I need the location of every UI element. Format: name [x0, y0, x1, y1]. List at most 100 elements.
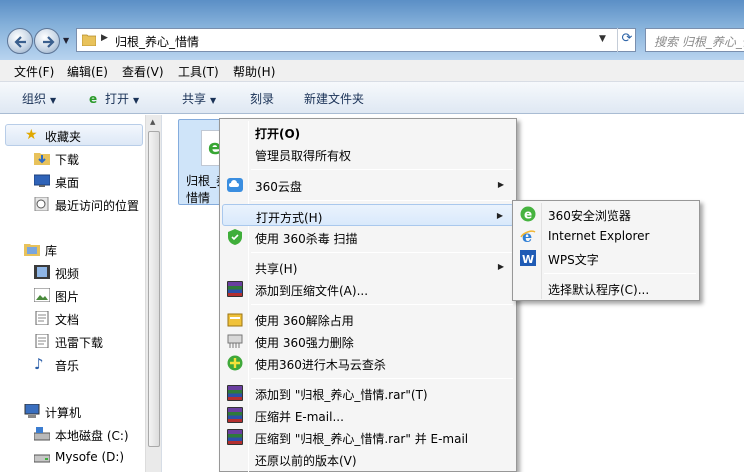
nav-label: 下载: [55, 153, 80, 167]
ctx-360-force-delete[interactable]: 使用 360强力删除: [222, 330, 514, 352]
scroll-up-icon[interactable]: ▲: [150, 118, 155, 126]
menu-file[interactable]: 文件(F): [14, 63, 54, 80]
svg-text:e: e: [522, 228, 532, 244]
menu-label: 压缩并 E-mail...: [255, 410, 344, 424]
ctx-compress-email[interactable]: 压缩并 E-mail...: [222, 404, 514, 426]
search-box[interactable]: 搜索 归根_养心_惜...: [645, 28, 744, 52]
ctx-360-antivirus-scan[interactable]: 使用 360杀毒 扫描: [222, 226, 514, 248]
browser-icon: e: [89, 92, 98, 106]
ctx-add-to-archive[interactable]: 添加到压缩文件(A)...: [222, 278, 514, 300]
menu-label: 共享(H): [255, 262, 298, 276]
chevron-down-icon: ▼: [50, 96, 57, 105]
ctx-take-ownership[interactable]: 管理员取得所有权: [222, 143, 514, 165]
breadcrumb-separator-icon[interactable]: ▶: [101, 33, 108, 43]
documents-icon: [35, 311, 49, 325]
nav-label: 收藏夹: [45, 130, 82, 144]
chevron-down-icon: ▼: [210, 96, 217, 105]
organize-button[interactable]: 组织 ▼: [22, 90, 56, 107]
share-label: 共享: [182, 92, 207, 106]
video-icon: [34, 265, 50, 279]
nav-scrollbar[interactable]: ▲: [145, 115, 161, 472]
menu-label: 选择默认程序(C)...: [548, 283, 650, 297]
menu-label: 360云盘: [255, 180, 302, 194]
menu-label: 打开(O): [255, 127, 301, 141]
new-folder-button[interactable]: 新建文件夹: [304, 90, 364, 107]
open-with-wps-writer[interactable]: W WPS文字: [515, 247, 697, 269]
folder-icon: [82, 34, 96, 46]
ctx-restore-previous-versions[interactable]: 还原以前的版本(V): [222, 448, 514, 470]
ctx-compress-rar-email[interactable]: 压缩到 "归根_养心_惜情.rar" 并 E-mail: [222, 426, 514, 448]
nav-favorites[interactable]: ★ 收藏夹: [5, 124, 143, 146]
ctx-share[interactable]: 共享(H) ▶: [222, 256, 514, 278]
menu-bar: 文件(F) 编辑(E) 查看(V) 工具(T) 帮助(H): [0, 60, 744, 82]
menu-label: 添加到压缩文件(A)...: [255, 284, 369, 298]
title-bar: ▼ ▶ 归根_养心_惜情 ▼ ⟳ 搜索 归根_养心_惜...: [0, 0, 744, 60]
share-button[interactable]: 共享 ▼: [182, 90, 216, 107]
menu-label: 还原以前的版本(V): [255, 454, 357, 468]
menu-label: 使用360进行木马云查杀: [255, 358, 386, 372]
breadcrumb-current-folder[interactable]: 归根_养心_惜情: [115, 33, 199, 50]
submenu-arrow-icon: ▶: [497, 180, 504, 189]
organize-label: 组织: [22, 92, 47, 106]
open-with-internet-explorer[interactable]: e Internet Explorer: [515, 225, 697, 247]
menu-view[interactable]: 查看(V): [122, 63, 164, 80]
ctx-360-cloud[interactable]: 360云盘 ▶: [222, 174, 514, 196]
winrar-icon: [227, 429, 243, 445]
menu-label: Internet Explorer: [548, 229, 650, 243]
ctx-360-trojan-scan[interactable]: 使用360进行木马云查杀: [222, 352, 514, 374]
downloads-folder-icon: [34, 153, 50, 165]
command-toolbar: 组织 ▼ e 打开 ▼ 共享 ▼ 刻录 新建文件夹: [0, 82, 744, 114]
search-placeholder: 搜索 归根_养心_惜...: [654, 35, 744, 49]
ctx-360-unlock[interactable]: 使用 360解除占用: [222, 308, 514, 330]
open-button[interactable]: e 打开 ▼: [89, 90, 139, 107]
menu-label: 360安全浏览器: [548, 209, 631, 223]
star-icon: ★: [25, 127, 38, 143]
ctx-add-to-rar[interactable]: 添加到 "归根_养心_惜情.rar"(T): [222, 382, 514, 404]
nav-label: 视频: [55, 267, 80, 281]
menu-label: 添加到 "归根_养心_惜情.rar"(T): [255, 388, 428, 402]
menu-label: 使用 360解除占用: [255, 314, 354, 328]
ctx-open-with[interactable]: 打开方式(H) ▶: [222, 204, 514, 226]
burn-button[interactable]: 刻录: [250, 90, 274, 107]
open-label: 打开: [104, 92, 129, 106]
nav-label: 迅雷下载: [55, 336, 104, 350]
menu-label: 管理员取得所有权: [255, 149, 352, 163]
music-note-icon: ♪: [34, 355, 44, 373]
scroll-thumb[interactable]: [148, 131, 160, 447]
back-button[interactable]: [7, 28, 33, 54]
open-with-choose-default[interactable]: 选择默认程序(C)...: [515, 277, 697, 299]
refresh-button[interactable]: ⟳: [617, 28, 636, 52]
menu-label: WPS文字: [548, 253, 599, 267]
menu-label: 使用 360强力删除: [255, 336, 354, 350]
svg-text:W: W: [522, 253, 534, 266]
system-drive-icon: [34, 427, 50, 441]
computer-icon: [24, 404, 40, 418]
menu-label: 使用 360杀毒 扫描: [255, 232, 358, 246]
forward-button[interactable]: [34, 28, 60, 54]
address-history-dropdown-icon[interactable]: ▼: [599, 34, 606, 44]
drive-icon: [34, 454, 50, 463]
nav-label: 计算机: [45, 406, 82, 420]
nav-label: 最近访问的位置: [55, 199, 140, 213]
open-with-360-browser[interactable]: e 360安全浏览器: [515, 203, 697, 225]
360-browser-icon: e: [520, 206, 536, 222]
open-with-submenu: e 360安全浏览器 e Internet Explorer W WPS文字 选…: [512, 200, 700, 301]
menu-label: 压缩到 "归根_养心_惜情.rar" 并 E-mail: [255, 432, 469, 446]
trojan-scan-icon: [227, 355, 243, 371]
address-bar[interactable]: ▶ 归根_养心_惜情 ▼ ⟳: [76, 28, 636, 52]
back-arrow-icon: [14, 36, 26, 48]
ctx-open[interactable]: 打开(O): [222, 121, 514, 143]
chevron-down-icon: ▼: [132, 96, 140, 105]
menu-tools[interactable]: 工具(T): [178, 63, 219, 80]
menu-label: 打开方式(H): [256, 211, 323, 225]
internet-explorer-icon: e: [520, 228, 536, 244]
menu-edit[interactable]: 编辑(E): [67, 63, 108, 80]
menu-help[interactable]: 帮助(H): [233, 63, 275, 80]
shredder-icon: [227, 334, 243, 348]
recent-pages-dropdown-icon[interactable]: ▼: [63, 36, 69, 45]
nav-label: Mysofe (D:): [55, 450, 125, 464]
context-menu: 打开(O) 管理员取得所有权 360云盘 ▶ 打开方式(H) ▶ 使用 360杀毒 …: [219, 118, 517, 472]
nav-label: 图片: [55, 290, 80, 304]
svg-text:e: e: [524, 208, 532, 222]
forward-arrow-icon: [43, 36, 55, 48]
